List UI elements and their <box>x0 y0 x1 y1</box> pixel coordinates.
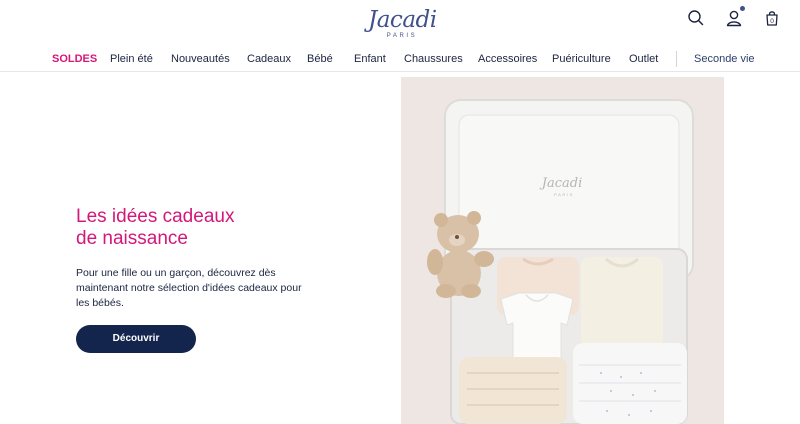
hero-image[interactable]: Jacadi PARIS <box>401 77 724 424</box>
lid-brand-sub: PARIS <box>554 192 574 197</box>
nav-item-accessoires[interactable]: Accessoires <box>478 52 537 66</box>
nav-item-cadeaux[interactable]: Cadeaux <box>247 52 291 66</box>
jacadi-logo[interactable]: Jacadi PARIS <box>368 7 437 42</box>
hero-title-line-2: de naissance <box>76 228 188 249</box>
search-icon[interactable] <box>686 8 706 28</box>
shopping-bag-icon[interactable]: 0 <box>762 8 782 28</box>
hero-description: Pour une fille ou un garçon, découvrez d… <box>76 267 302 309</box>
nav-item-outlet[interactable]: Outlet <box>629 52 658 66</box>
main-navigation: SOLDES Plein été Nouveautés Cadeaux Bébé… <box>0 48 800 70</box>
logo-tagline: PARIS <box>386 33 418 39</box>
nav-item-enfant[interactable]: Enfant <box>354 52 386 66</box>
nav-item-bebe[interactable]: Bébé <box>307 52 333 66</box>
nav-item-puericulture[interactable]: Puériculture <box>552 52 611 66</box>
user-icon[interactable] <box>724 8 744 28</box>
discover-button[interactable]: Découvrir <box>76 325 196 353</box>
hero-title: Les idées cadeaux de naissance <box>76 206 234 250</box>
bag-count: 0 <box>770 18 774 25</box>
nav-item-seconde-vie[interactable]: Seconde vie <box>694 52 755 66</box>
hero-title-line-1: Les idées cadeaux <box>76 206 235 227</box>
nav-divider <box>676 51 677 67</box>
nav-item-soldes[interactable]: SOLDES <box>52 52 97 66</box>
logo-wordmark: Jacadi <box>368 7 437 33</box>
lid-brand-text: Jacadi <box>539 176 582 191</box>
nav-item-chaussures[interactable]: Chaussures <box>404 52 463 66</box>
gift-suitcase-illustration: Jacadi PARIS <box>401 77 724 424</box>
nav-item-plein-ete[interactable]: Plein été <box>110 52 153 66</box>
notification-dot <box>740 6 745 11</box>
nav-item-nouveautes[interactable]: Nouveautés <box>171 52 230 66</box>
site-header: Jacadi PARIS 0 SOLDES Plein été Nouveaut… <box>0 0 800 72</box>
